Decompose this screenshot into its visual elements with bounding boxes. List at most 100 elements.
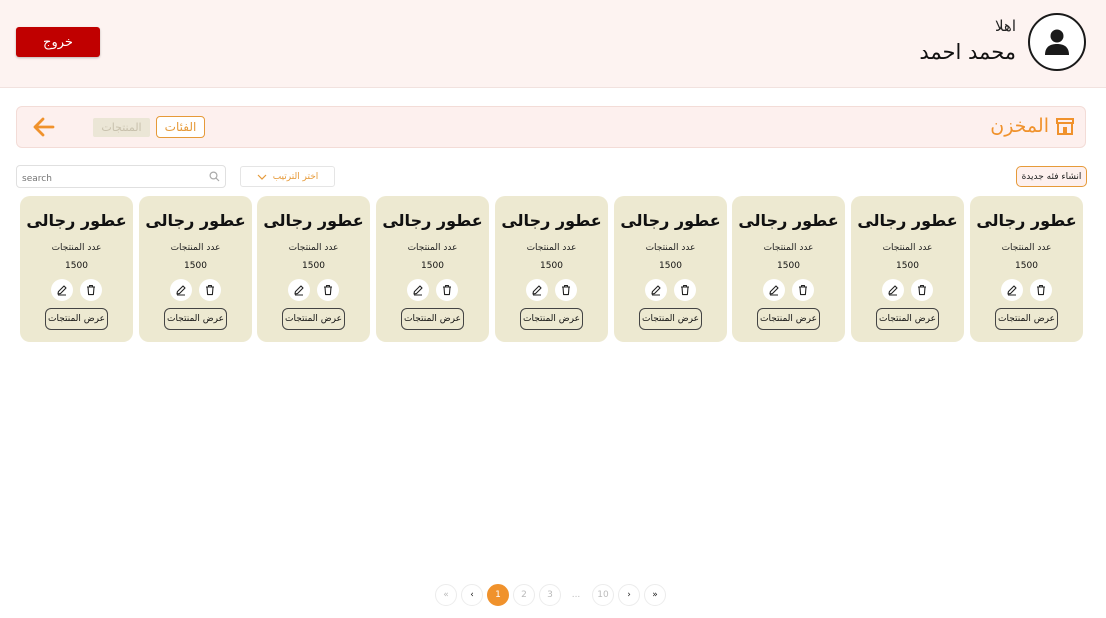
- view-products-button[interactable]: عرض المنتجات: [757, 308, 820, 330]
- delete-button[interactable]: [199, 279, 221, 301]
- category-card[interactable]: عطور رجالى عدد المنتجات 1500 عرض المنتجات: [20, 196, 133, 342]
- category-title: عطور رجالى: [501, 211, 602, 230]
- new-category-button[interactable]: انشاء فئه جديدة: [1016, 166, 1087, 187]
- pencil-icon: [888, 285, 898, 296]
- category-title: عطور رجالى: [145, 211, 246, 230]
- pagination: « ‹ 1 2 3 ... 10 › »: [435, 584, 675, 606]
- delete-button[interactable]: [80, 279, 102, 301]
- arrow-left-icon: [33, 117, 55, 137]
- view-products-button[interactable]: عرض المنتجات: [520, 308, 583, 330]
- product-count-label: عدد المنتجات: [288, 243, 339, 253]
- edit-button[interactable]: [1001, 279, 1023, 301]
- delete-button[interactable]: [1030, 279, 1052, 301]
- product-count-label: عدد المنتجات: [51, 243, 102, 253]
- user-icon: [1045, 29, 1069, 55]
- category-title: عطور رجالى: [620, 211, 721, 230]
- edit-button[interactable]: [51, 279, 73, 301]
- last-page-button[interactable]: »: [644, 584, 666, 606]
- pencil-icon: [57, 285, 67, 296]
- page-10-button[interactable]: 10: [592, 584, 614, 606]
- back-button[interactable]: [31, 116, 55, 138]
- pencil-icon: [532, 285, 542, 296]
- product-count-label: عدد المنتجات: [763, 243, 814, 253]
- delete-button[interactable]: [911, 279, 933, 301]
- category-card[interactable]: عطور رجالى عدد المنتجات 1500 عرض المنتجات: [257, 196, 370, 342]
- edit-button[interactable]: [645, 279, 667, 301]
- top-header: خروج اهلا محمد احمد: [0, 0, 1106, 88]
- pencil-icon: [176, 285, 186, 296]
- category-title: عطور رجالى: [857, 211, 958, 230]
- edit-button[interactable]: [526, 279, 548, 301]
- category-card[interactable]: عطور رجالى عدد المنتجات 1500 عرض المنتجات: [376, 196, 489, 342]
- first-page-button[interactable]: «: [435, 584, 457, 606]
- next-page-button[interactable]: ›: [618, 584, 640, 606]
- prev-page-button[interactable]: ‹: [461, 584, 483, 606]
- pencil-icon: [1007, 285, 1017, 296]
- delete-button[interactable]: [555, 279, 577, 301]
- page-title: المخزن: [990, 115, 1075, 137]
- edit-button[interactable]: [407, 279, 429, 301]
- page-3-button[interactable]: 3: [539, 584, 561, 606]
- view-products-button[interactable]: عرض المنتجات: [876, 308, 939, 330]
- pencil-icon: [651, 285, 661, 296]
- product-count: 1500: [540, 261, 563, 271]
- product-count-label: عدد المنتجات: [170, 243, 221, 253]
- product-count: 1500: [184, 261, 207, 271]
- category-card[interactable]: عطور رجالى عدد المنتجات 1500 عرض المنتجات: [851, 196, 964, 342]
- pencil-icon: [294, 285, 304, 296]
- category-card[interactable]: عطور رجالى عدد المنتجات 1500 عرض المنتجات: [495, 196, 608, 342]
- trash-icon: [918, 285, 926, 296]
- page-2-button[interactable]: 2: [513, 584, 535, 606]
- product-count: 1500: [302, 261, 325, 271]
- greeting-text: اهلا: [994, 17, 1016, 35]
- store-icon: [1056, 118, 1074, 135]
- category-card[interactable]: عطور رجالى عدد المنتجات 1500 عرض المنتجات: [139, 196, 252, 342]
- search-input[interactable]: [17, 168, 197, 190]
- product-count-label: عدد المنتجات: [1001, 243, 1052, 253]
- view-products-button[interactable]: عرض المنتجات: [164, 308, 227, 330]
- edit-button[interactable]: [170, 279, 192, 301]
- trash-icon: [443, 285, 451, 296]
- edit-button[interactable]: [882, 279, 904, 301]
- trash-icon: [799, 285, 807, 296]
- view-products-button[interactable]: عرض المنتجات: [995, 308, 1058, 330]
- edit-button[interactable]: [763, 279, 785, 301]
- trash-icon: [87, 285, 95, 296]
- delete-button[interactable]: [792, 279, 814, 301]
- trash-icon: [562, 285, 570, 296]
- breadcrumb: المنتجات الفئات المخزن: [16, 106, 1086, 148]
- category-card[interactable]: عطور رجالى عدد المنتجات 1500 عرض المنتجات: [614, 196, 727, 342]
- tab-products[interactable]: المنتجات: [93, 118, 150, 137]
- delete-button[interactable]: [674, 279, 696, 301]
- delete-button[interactable]: [317, 279, 339, 301]
- category-grid: عطور رجالى عدد المنتجات 1500 عرض المنتجات عط…: [20, 196, 1084, 343]
- category-card[interactable]: عطور رجالى عدد المنتجات 1500 عرض المنتجات: [732, 196, 845, 342]
- view-products-button[interactable]: عرض المنتجات: [282, 308, 345, 330]
- page-1-button[interactable]: 1: [487, 584, 509, 606]
- product-count: 1500: [659, 261, 682, 271]
- sort-dropdown[interactable]: اختر الترتيب: [240, 166, 335, 187]
- view-products-button[interactable]: عرض المنتجات: [45, 308, 108, 330]
- product-count: 1500: [777, 261, 800, 271]
- delete-button[interactable]: [436, 279, 458, 301]
- pagination-ellipsis: ...: [571, 590, 581, 600]
- search-icon[interactable]: [209, 171, 220, 182]
- category-card[interactable]: عطور رجالى عدد المنتجات 1500 عرض المنتجات: [970, 196, 1083, 342]
- logout-button[interactable]: خروج: [16, 27, 100, 57]
- product-count: 1500: [421, 261, 444, 271]
- edit-button[interactable]: [288, 279, 310, 301]
- view-products-button[interactable]: عرض المنتجات: [639, 308, 702, 330]
- trash-icon: [681, 285, 689, 296]
- category-title: عطور رجالى: [382, 211, 483, 230]
- category-title: عطور رجالى: [26, 211, 127, 230]
- category-title: عطور رجالى: [738, 211, 839, 230]
- product-count: 1500: [896, 261, 919, 271]
- product-count-label: عدد المنتجات: [407, 243, 458, 253]
- avatar[interactable]: [1028, 13, 1086, 71]
- chevron-down-icon: [257, 174, 267, 180]
- trash-icon: [206, 285, 214, 296]
- product-count: 1500: [65, 261, 88, 271]
- tab-categories[interactable]: الفئات: [156, 116, 205, 138]
- category-title: عطور رجالى: [976, 211, 1077, 230]
- view-products-button[interactable]: عرض المنتجات: [401, 308, 464, 330]
